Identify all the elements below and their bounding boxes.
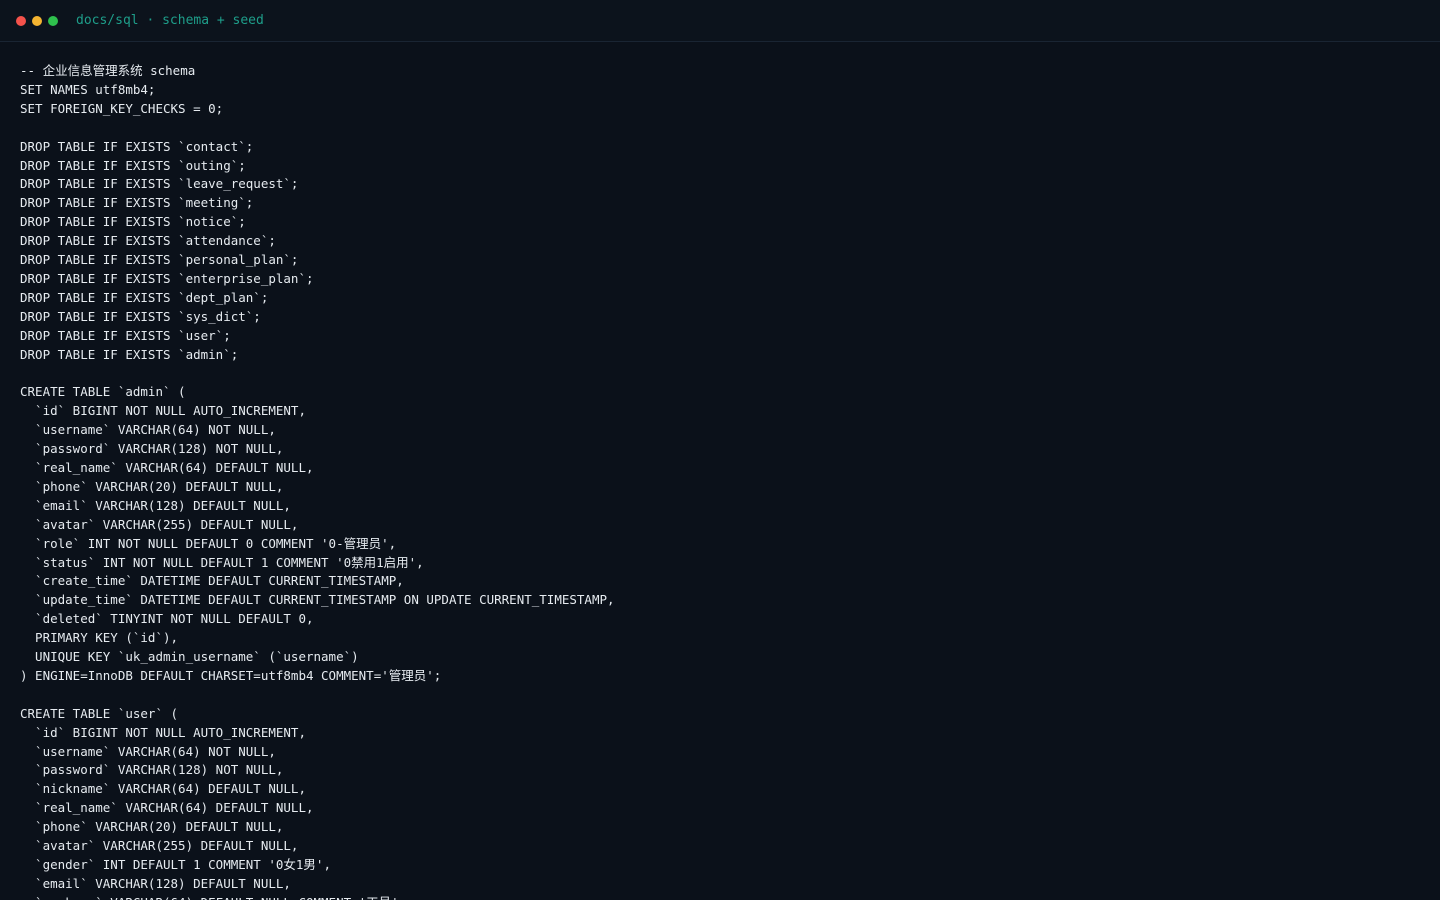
code-line: `real_name` VARCHAR(64) DEFAULT NULL, bbox=[20, 460, 314, 475]
title-bar: docs/sql · schema + seed bbox=[0, 0, 1440, 42]
minimize-window-button[interactable] bbox=[32, 15, 42, 26]
code-line: `username` VARCHAR(64) NOT NULL, bbox=[20, 422, 276, 438]
code-line: `email` VARCHAR(128) DEFAULT NULL, bbox=[20, 875, 291, 891]
code-line: `real_name` VARCHAR(64) DEFAULT NULL, bbox=[20, 800, 314, 816]
code-line: CREATE TABLE `admin` ( bbox=[20, 384, 186, 400]
code-line: DROP TABLE IF EXISTS `dept_plan`; bbox=[20, 289, 269, 305]
code-line: -- 企业信息管理系统 schema bbox=[20, 63, 196, 78]
code-line: DROP TABLE IF EXISTS `user`; bbox=[20, 327, 231, 343]
code-line: SET FOREIGN_KEY_CHECKS = 0; bbox=[20, 100, 224, 116]
code-line: `username` VARCHAR(64) NOT NULL, bbox=[20, 743, 276, 759]
code-line: DROP TABLE IF EXISTS `attendance`; bbox=[20, 233, 276, 249]
code-line: PRIMARY KEY (`id`), bbox=[20, 630, 179, 646]
sql-code-block[interactable]: -- 企业信息管理系统 schema SET NAMES utf8mb4; SET … bbox=[20, 62, 1420, 900]
code-line: DROP TABLE IF EXISTS `meeting`; bbox=[20, 195, 254, 211]
code-line: `create_time` DATETIME DEFAULT CURRENT_T… bbox=[20, 573, 404, 589]
window-title: docs/sql · schema + seed bbox=[76, 13, 264, 28]
code-line: `gender` INT DEFAULT 1 COMMENT '0女1男', bbox=[20, 857, 331, 873]
code-line: `id` BIGINT NOT NULL AUTO_INCREMENT, bbox=[20, 724, 306, 740]
maximize-window-button[interactable] bbox=[48, 15, 58, 26]
code-line: `password` VARCHAR(128) NOT NULL, bbox=[20, 762, 284, 778]
code-line: DROP TABLE IF EXISTS `enterprise_plan`; bbox=[20, 270, 314, 286]
code-line: CREATE TABLE `user` ( bbox=[20, 705, 179, 721]
code-line: DROP TABLE IF EXISTS `outing`; bbox=[20, 157, 246, 173]
code-line: `status` INT NOT NULL DEFAULT 1 COMMENT … bbox=[20, 554, 424, 570]
code-line: `role` INT NOT NULL DEFAULT 0 COMMENT '0… bbox=[20, 535, 397, 551]
code-line: DROP TABLE IF EXISTS `leave_request`; bbox=[20, 176, 299, 192]
code-line: `nickname` VARCHAR(64) DEFAULT NULL, bbox=[20, 781, 306, 797]
code-line: SET NAMES utf8mb4; bbox=[20, 81, 156, 97]
code-line: `email` VARCHAR(128) DEFAULT NULL, bbox=[20, 497, 291, 513]
code-line: DROP TABLE IF EXISTS `notice`; bbox=[20, 214, 246, 230]
code-line: DROP TABLE IF EXISTS `contact`; bbox=[20, 138, 254, 154]
code-line: `phone` VARCHAR(20) DEFAULT NULL, bbox=[20, 819, 284, 835]
code-line: `avatar` VARCHAR(255) DEFAULT NULL, bbox=[20, 838, 299, 854]
code-line: DROP TABLE IF EXISTS `sys_dict`; bbox=[20, 308, 261, 324]
code-line: DROP TABLE IF EXISTS `admin`; bbox=[20, 346, 239, 362]
code-line: `id` BIGINT NOT NULL AUTO_INCREMENT, bbox=[20, 403, 306, 419]
code-line: `phone` VARCHAR(20) DEFAULT NULL, bbox=[20, 478, 284, 494]
code-line: `avatar` VARCHAR(255) DEFAULT NULL, bbox=[20, 516, 299, 532]
close-window-button[interactable] bbox=[16, 15, 26, 26]
code-line: DROP TABLE IF EXISTS `personal_plan`; bbox=[20, 252, 299, 268]
code-line: `password` VARCHAR(128) NOT NULL, bbox=[20, 441, 284, 457]
terminal-window: docs/sql · schema + seed -- 企业信息管理系统 sch… bbox=[0, 0, 1440, 900]
code-line: UNIQUE KEY `uk_admin_username` (`usernam… bbox=[20, 649, 359, 665]
code-line: `work_no` VARCHAR(64) DEFAULT NULL COMME… bbox=[20, 894, 1420, 900]
code-line: ) ENGINE=InnoDB DEFAULT CHARSET=utf8mb4 … bbox=[20, 667, 442, 683]
code-line: `update_time` DATETIME DEFAULT CURRENT_T… bbox=[20, 592, 615, 608]
code-line: `deleted` TINYINT NOT NULL DEFAULT 0, bbox=[20, 611, 314, 627]
